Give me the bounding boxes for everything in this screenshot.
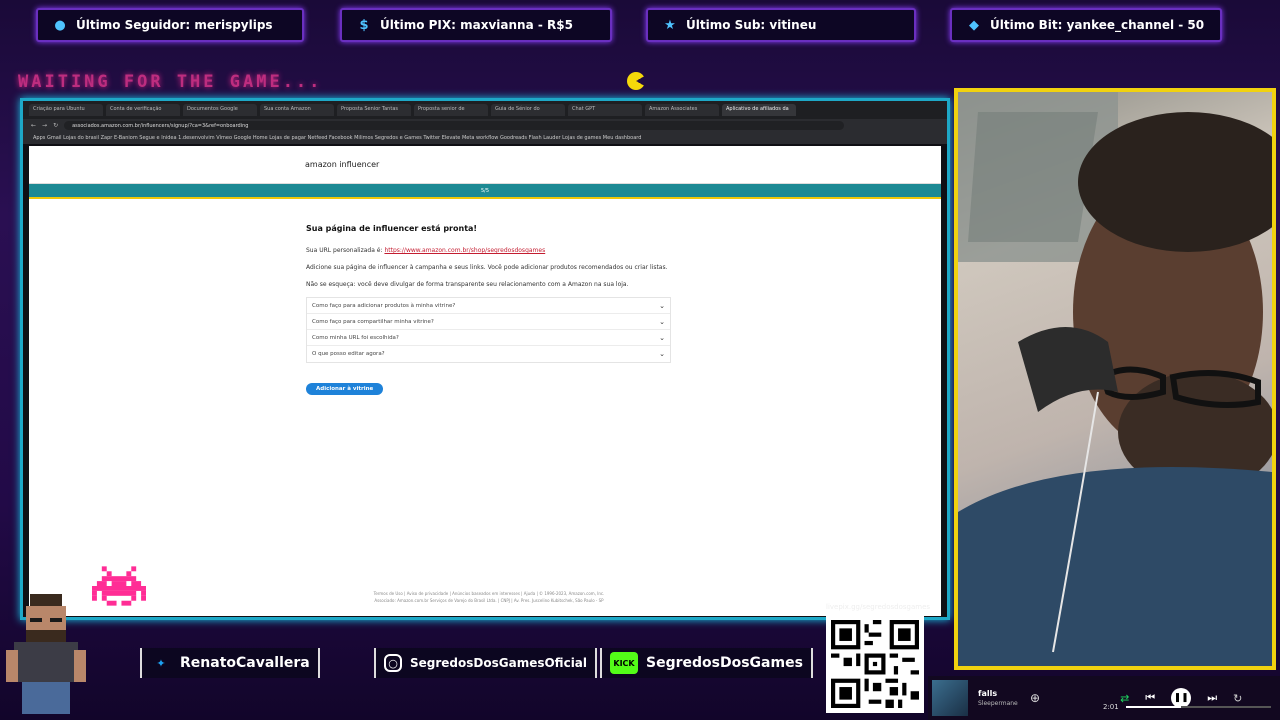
page-footer: Termos de Uso | Aviso de privacidade | A… xyxy=(279,591,699,604)
chevron-down-icon: ⌄ xyxy=(659,350,665,359)
faq-item[interactable]: Como faço para adicionar produtos à minh… xyxy=(307,298,670,315)
browser-tab[interactable]: Guia de Sénior do xyxy=(491,104,565,116)
space-invader-icon xyxy=(92,566,146,606)
page-title: Sua página de influencer está pronta! xyxy=(306,224,478,233)
repeat-icon[interactable]: ↻ xyxy=(1233,692,1242,705)
twitter-handle: ✦ RenatoCavallera xyxy=(140,648,320,678)
browser-tab[interactable]: Proposta Senior Tantas xyxy=(337,104,411,116)
track-time: 2:01 xyxy=(1103,703,1119,711)
playback-controls: ⇄ ⏮ ❚❚ ⏭ ↻ xyxy=(1120,688,1242,708)
twitter-icon: ✦ xyxy=(156,656,166,670)
url-label: Sua URL personalizada é: xyxy=(306,247,383,254)
kick-handle: KICK SegredosDosGames xyxy=(600,648,813,678)
kick-label: SegredosDosGames xyxy=(646,655,803,671)
instagram-icon: ○ xyxy=(384,654,402,672)
pause-button[interactable]: ❚❚ xyxy=(1171,688,1192,708)
progress-label: 5/5 xyxy=(480,187,490,194)
influencer-url-link[interactable]: https://www.amazon.com.br/shop/segredosd… xyxy=(384,247,545,254)
album-art xyxy=(932,680,968,716)
follower-alert-label: Último Seguidor: merispylips xyxy=(76,18,273,32)
bit-alert-label: Último Bit: yankee_channel - 50 xyxy=(990,18,1205,32)
browser-tab-active[interactable]: Aplicativo de afiliados da xyxy=(722,104,796,116)
track-progress[interactable] xyxy=(1126,706,1271,708)
bookmarks-bar[interactable]: Apps Gmail Lojas do brasil Zapr E-Baniom… xyxy=(23,132,947,144)
diamond-icon: ◆ xyxy=(969,17,979,33)
amazon-page: amazon influencer 5/5 Sua página de infl… xyxy=(29,146,941,616)
browser-tab[interactable]: Conta de verificação xyxy=(106,104,180,116)
forward-icon[interactable]: → xyxy=(42,122,47,129)
follower-alert: ● Último Seguidor: merispylips xyxy=(36,8,304,42)
track-artist: Sleepermane xyxy=(978,700,1018,707)
progress-bar: 5/5 xyxy=(29,184,941,197)
kick-icon: KICK xyxy=(610,652,638,674)
chevron-down-icon: ⌄ xyxy=(659,317,665,326)
pix-alert-label: Último PIX: maxvianna - R$5 xyxy=(380,18,573,32)
track-progress-fill xyxy=(1126,706,1182,708)
address-bar: ← → ↻ associados.amazon.com.br/influence… xyxy=(23,119,947,132)
instagram-handle: ○ SegredosDosGamesOficial xyxy=(374,648,598,678)
shuffle-icon[interactable]: ⇄ xyxy=(1120,692,1129,705)
pix-alert: $ Último PIX: maxvianna - R$5 xyxy=(340,8,612,42)
livepix-url: livepix.gg/segredosdosgames xyxy=(826,603,931,611)
faq-item[interactable]: Como minha URL foi escolhida? ⌄ xyxy=(307,330,670,347)
description-1: Adicione sua página de influencer à camp… xyxy=(306,263,668,271)
url-line: Sua URL personalizada é: https://www.ama… xyxy=(306,247,676,255)
previous-icon[interactable]: ⏮ xyxy=(1145,691,1155,705)
browser-tab[interactable]: Sua conta Amazon xyxy=(260,104,334,116)
progress-fill xyxy=(29,197,941,199)
back-icon[interactable]: ← xyxy=(31,122,36,129)
bit-alert: ◆ Último Bit: yankee_channel - 50 xyxy=(950,8,1222,42)
twitter-label: RenatoCavallera xyxy=(180,655,310,671)
music-player: falls Sleepermane ⊕ ⇄ ⏮ ❚❚ ⏭ ↻ xyxy=(928,676,1280,720)
browser-tab[interactable]: Chat GPT xyxy=(568,104,642,116)
tab-strip: Criação para Ubuntu Conta de verificação… xyxy=(23,101,947,119)
alerts-bar: ● Último Seguidor: merispylips $ Último … xyxy=(0,0,1280,52)
sub-alert-label: Último Sub: vitineu xyxy=(686,18,817,32)
waiting-text: WAITING FOR THE GAME... xyxy=(18,72,323,92)
pixel-avatar-icon xyxy=(6,594,86,714)
next-icon[interactable]: ⏭ xyxy=(1207,691,1217,705)
amazon-influencer-logo[interactable]: amazon influencer xyxy=(305,160,379,169)
instagram-label: SegredosDosGamesOficial xyxy=(410,656,588,670)
faq-item[interactable]: Como faço para compartilhar minha vitrin… xyxy=(307,314,670,331)
description-2: Não se esqueça: você deve divulgar de fo… xyxy=(306,280,629,288)
streamer-silhouette xyxy=(958,92,1272,666)
browser-tab[interactable]: Criação para Ubuntu xyxy=(29,104,103,116)
qr-code xyxy=(826,615,924,713)
reload-icon[interactable]: ↻ xyxy=(53,122,58,129)
footer-legal: Associado: Amazon.com.br Serviços de Var… xyxy=(374,597,604,603)
faq-item[interactable]: O que posso editar agora? ⌄ xyxy=(307,346,670,362)
url-input[interactable]: associados.amazon.com.br/influencers/sig… xyxy=(64,121,845,130)
add-icon[interactable]: ⊕ xyxy=(1030,691,1040,705)
faq-question: Como faço para adicionar produtos à minh… xyxy=(312,302,456,309)
pacman-icon xyxy=(627,72,645,90)
star-icon: ★ xyxy=(664,17,676,33)
add-to-storefront-button[interactable]: Adicionar à vitrine xyxy=(306,383,384,396)
user-icon: ● xyxy=(54,17,66,33)
dollar-icon: $ xyxy=(359,17,369,33)
track-info: falls Sleepermane xyxy=(978,689,1038,707)
browser-tab[interactable]: Documentos Google xyxy=(183,104,257,116)
faq-question: O que posso editar agora? xyxy=(312,351,385,358)
browser-capture: Criação para Ubuntu Conta de verificação… xyxy=(20,98,950,620)
faq-accordion: Como faço para adicionar produtos à minh… xyxy=(306,297,671,364)
browser-tab[interactable]: Proposta senior de xyxy=(414,104,488,116)
chevron-down-icon: ⌄ xyxy=(659,301,665,310)
faq-question: Como minha URL foi escolhida? xyxy=(312,334,399,341)
signup-complete-section: Sua página de influencer está pronta! Su… xyxy=(306,224,676,396)
amazon-header: amazon influencer xyxy=(29,146,941,184)
browser-tab[interactable]: Amazon Associates xyxy=(645,104,719,116)
webcam-feed xyxy=(954,88,1276,670)
faq-question: Como faço para compartilhar minha vitrin… xyxy=(312,318,434,325)
chevron-down-icon: ⌄ xyxy=(659,333,665,342)
track-title: falls xyxy=(978,689,998,698)
sub-alert: ★ Último Sub: vitineu xyxy=(646,8,916,42)
